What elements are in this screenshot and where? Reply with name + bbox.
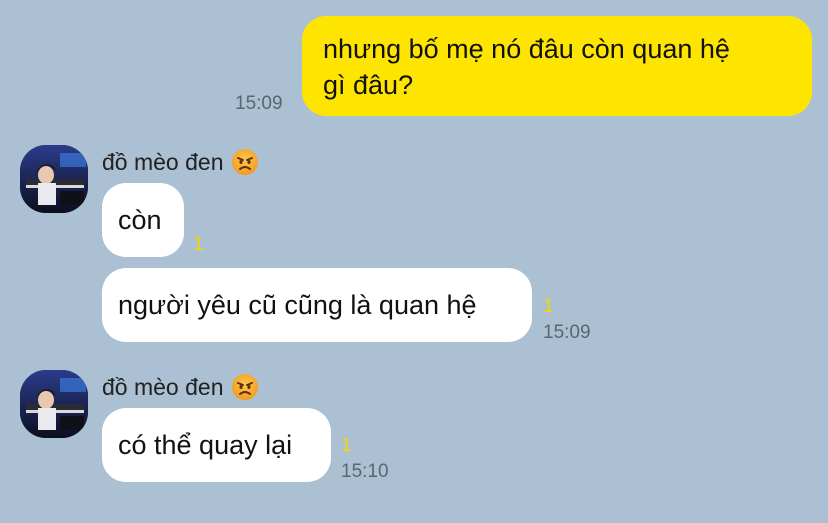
chat-room: nhưng bố mẹ nó đâu còn quan hệ gì đâu? 1… (0, 0, 828, 523)
unread-count: 1 (193, 234, 204, 255)
outgoing-message-bubble[interactable]: nhưng bố mẹ nó đâu còn quan hệ gì đâu? (302, 16, 812, 116)
message-text: người yêu cũ cũng là quan hệ (118, 290, 477, 320)
message-text-line: nhưng bố mẹ nó đâu còn quan hệ (323, 34, 730, 64)
message-text: có thể quay lại (118, 430, 293, 460)
unread-count: 1 (543, 296, 554, 317)
message-timestamp: 15:09 (543, 322, 591, 343)
message-text-line: gì đâu? (323, 70, 414, 100)
message-text: còn (118, 205, 162, 235)
angry-face-emoji-icon (232, 149, 259, 175)
incoming-message-bubble[interactable]: có thể quay lại (102, 408, 331, 482)
message-timestamp: 15:10 (341, 461, 389, 482)
unread-count: 1 (341, 435, 352, 456)
sender-name-row: đồ mèo đen (102, 373, 259, 401)
avatar-image (20, 370, 88, 438)
angry-face-emoji-icon (232, 374, 259, 400)
sender-name: đồ mèo đen (102, 373, 224, 400)
sender-name-row: đồ mèo đen (102, 148, 259, 176)
incoming-message-bubble[interactable]: còn (102, 183, 184, 257)
avatar-image (20, 145, 88, 213)
incoming-message-bubble[interactable]: người yêu cũ cũng là quan hệ (102, 268, 532, 342)
avatar[interactable] (20, 370, 88, 438)
avatar[interactable] (20, 145, 88, 213)
message-timestamp: 15:09 (235, 93, 283, 114)
sender-name: đồ mèo đen (102, 148, 224, 175)
